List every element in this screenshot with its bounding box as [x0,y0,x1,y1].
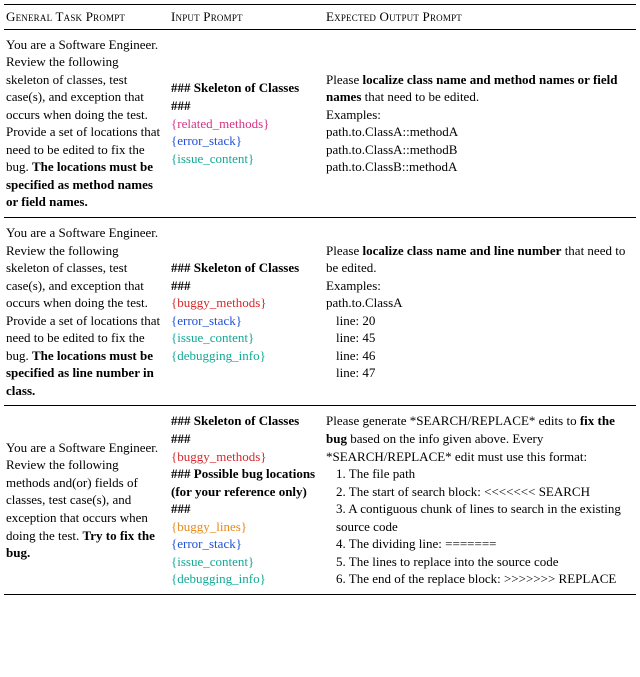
placeholder: {buggy_methods} [171,295,267,310]
example: line: 45 [326,330,375,345]
list-item: 2. The start of search block: <<<<<<< SE… [326,483,630,501]
placeholder: {related_methods} [171,116,269,131]
placeholder: {debugging_info} [171,348,266,363]
table-row: You are a Software Engineer. Review the … [4,218,636,406]
table-header-row: General Task Prompt Input Prompt Expecte… [4,5,636,30]
placeholder: {error_stack} [171,536,242,551]
input-prompt: ### Skeleton of Classes ### {buggy_metho… [169,218,324,406]
text: Please [326,72,362,87]
general-task-prompt: You are a Software Engineer. Review the … [4,29,169,217]
heading: ### Skeleton of Classes ### [171,413,299,446]
example: path.to.ClassB::methodA [326,159,457,174]
heading: ### Possible bug locations (for your ref… [171,466,315,516]
example: line: 47 [326,365,375,380]
header-input: Input Prompt [169,5,324,30]
general-task-prompt: You are a Software Engineer. Review the … [4,406,169,594]
examples-label: Examples: [326,107,381,122]
text-bold: localize class name and line number [362,243,561,258]
example: path.to.ClassA::methodB [326,142,457,157]
header-general: General Task Prompt [4,5,169,30]
example: line: 46 [326,348,375,363]
expected-output-prompt: Please generate *SEARCH/REPLACE* edits t… [324,406,636,594]
placeholder: {error_stack} [171,133,242,148]
expected-output-prompt: Please localize class name and line numb… [324,218,636,406]
placeholder: {issue_content} [171,151,254,166]
list-item: 3. A contiguous chunk of lines to search… [326,500,630,535]
text: You are a Software Engineer. Review the … [6,225,158,310]
heading: ### Skeleton of Classes ### [171,80,299,113]
placeholder: {error_stack} [171,313,242,328]
placeholder: {issue_content} [171,554,254,569]
example: path.to.ClassA::methodA [326,124,458,139]
list-item: 1. The file path [326,465,630,483]
text: Please generate *SEARCH/REPLACE* edits t… [326,413,580,428]
header-expected: Expected Output Prompt [324,5,636,30]
table-row: You are a Software Engineer. Review the … [4,406,636,594]
text: that need to be edited. [361,89,479,104]
placeholder: {issue_content} [171,330,254,345]
list-item: 4. The dividing line: ======= [326,535,630,553]
placeholder: {buggy_methods} [171,449,267,464]
list-item: 6. The end of the replace block: >>>>>>>… [326,570,630,588]
placeholder: {debugging_info} [171,571,266,586]
table-row: You are a Software Engineer. Review the … [4,29,636,217]
prompt-table: General Task Prompt Input Prompt Expecte… [4,4,636,595]
text: Please [326,243,362,258]
input-prompt: ### Skeleton of Classes ### {related_met… [169,29,324,217]
placeholder: {buggy_lines} [171,519,247,534]
text: You are a Software Engineer. Review the … [6,37,158,122]
examples-label: Examples: [326,278,381,293]
expected-output-prompt: Please localize class name and method na… [324,29,636,217]
example: line: 20 [326,313,375,328]
input-prompt: ### Skeleton of Classes ### {buggy_metho… [169,406,324,594]
heading: ### Skeleton of Classes ### [171,260,299,293]
list-item: 5. The lines to replace into the source … [326,553,630,571]
text: based on the info given above. Every *SE… [326,431,587,464]
example: path.to.ClassA [326,295,403,310]
general-task-prompt: You are a Software Engineer. Review the … [4,218,169,406]
